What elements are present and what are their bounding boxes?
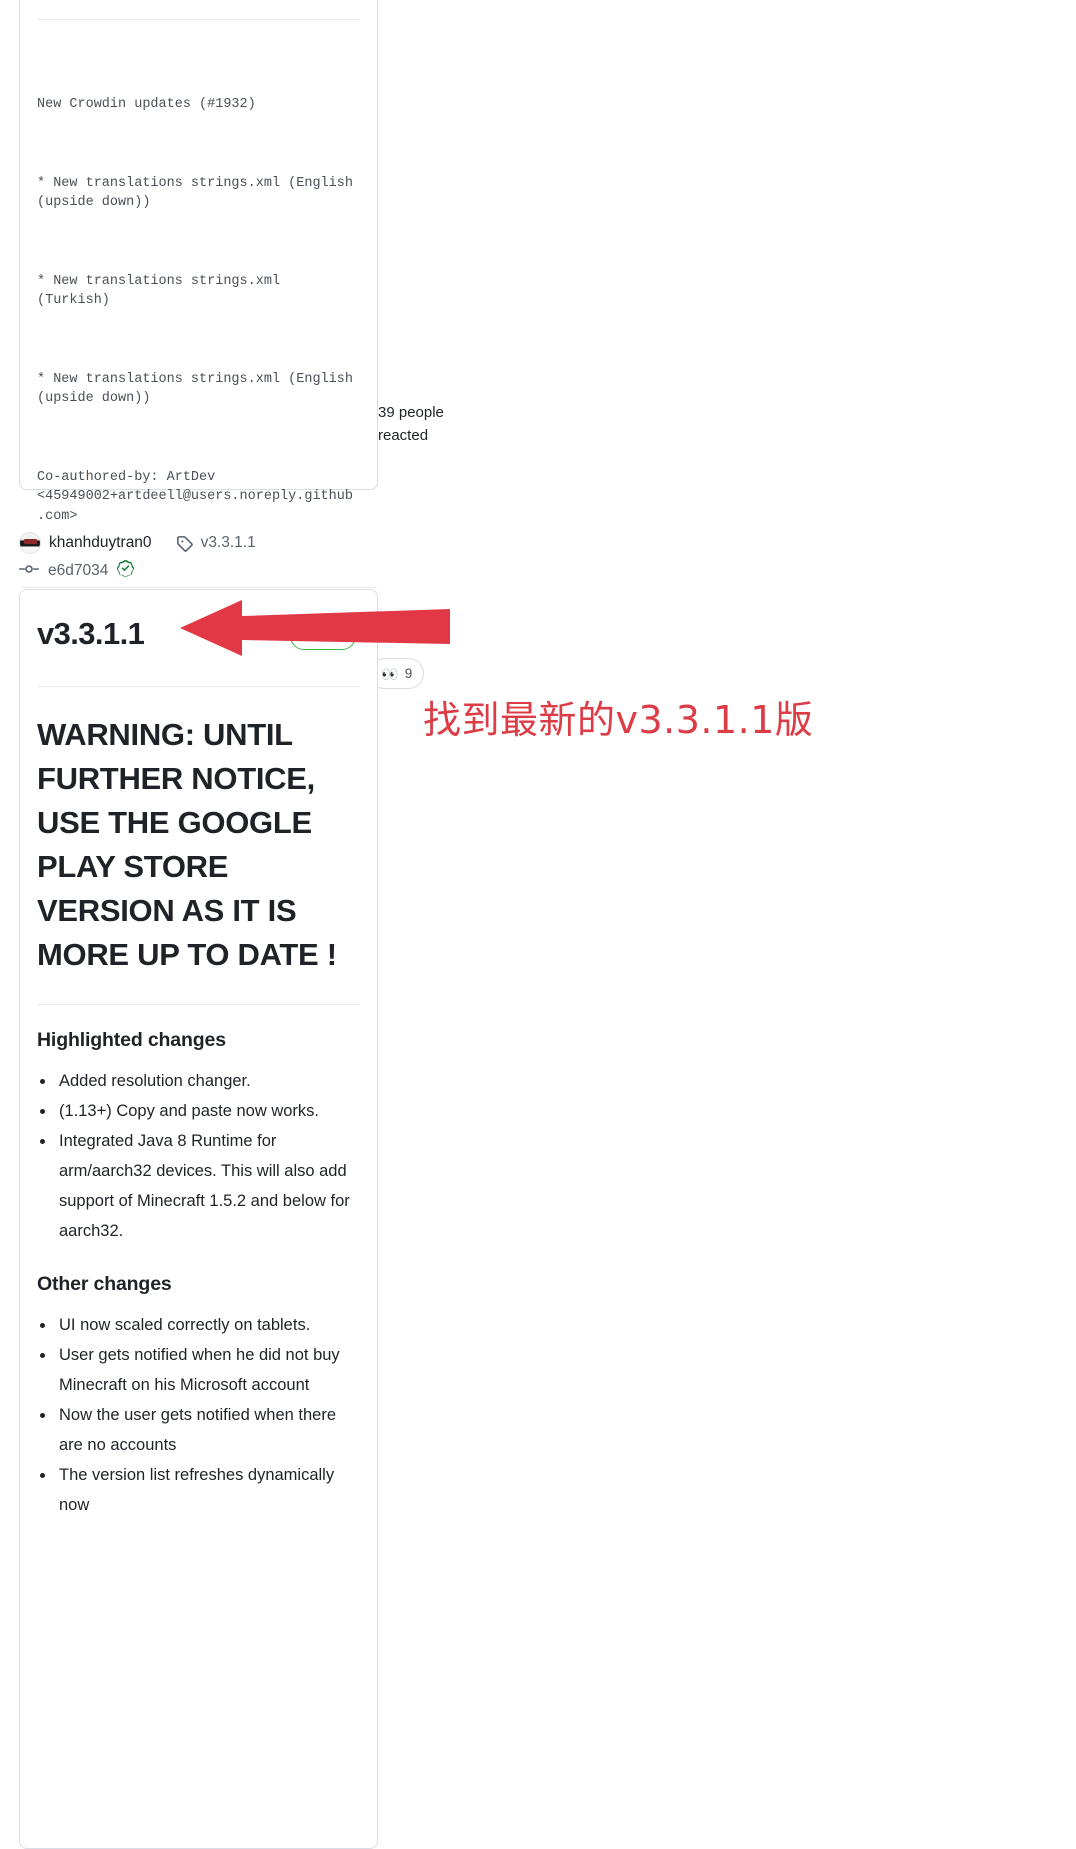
release-meta-author-row: khanhduytran0 v3.3.1.1 <box>19 532 419 554</box>
release-warning-heading: WARNING: UNTIL FURTHER NOTICE, USE THE G… <box>37 717 337 972</box>
list-item: Added resolution changer. <box>56 1066 360 1096</box>
list-item: (1.13+) Copy and paste now works. <box>56 1096 360 1126</box>
release-card: v3.3.1.1 Latest WARNING: UNTIL FURTHER N… <box>19 589 378 1849</box>
previous-release-card: New Crowdin updates (#1932) * New transl… <box>19 0 425 689</box>
section-heading-other-changes: Other changes <box>37 1273 172 1295</box>
reaction-count: 9 <box>404 666 413 681</box>
release-commit-sha[interactable]: e6d7034 <box>48 562 108 580</box>
section-heading-highlighted-changes: Highlighted changes <box>37 1029 226 1051</box>
commit-top-divider <box>37 19 360 20</box>
other-changes-list: UI now scaled correctly on tablets. User… <box>37 1310 360 1520</box>
avatar[interactable] <box>19 532 41 554</box>
people-reacted-note: 39 people reacted <box>378 404 444 444</box>
release-author[interactable]: khanhduytran0 <box>49 534 152 552</box>
release-tag[interactable]: v3.3.1.1 <box>201 534 256 552</box>
annotation-text: 找到最新的v3.3.1.1版 <box>423 698 814 742</box>
tag-icon <box>176 535 193 552</box>
list-item: Integrated Java 8 Runtime for arm/aarch3… <box>56 1126 360 1246</box>
release-meta: khanhduytran0 v3.3.1.1 e6d7034 <box>19 532 419 581</box>
commit-message-block: New Crowdin updates (#1932) * New transl… <box>20 56 377 565</box>
release-meta-commit-row: e6d7034 <box>19 560 419 581</box>
commit-line: * New translations strings.xml (English … <box>37 371 362 407</box>
warning-divider <box>37 1004 360 1005</box>
commit-line: Co-authored-by: ArtDev <45949002+artdeel… <box>37 469 353 524</box>
list-item: The version list refreshes dynamically n… <box>56 1460 360 1520</box>
commit-line: * New translations strings.xml (Turkish) <box>37 273 289 309</box>
verified-check-icon <box>117 560 135 581</box>
list-item: Now the user gets notified when there ar… <box>56 1400 360 1460</box>
eyes-icon: 👀 <box>381 665 399 682</box>
latest-badge: Latest <box>290 622 357 650</box>
commit-line: New Crowdin updates (#1932) <box>37 97 256 112</box>
commit-line: * New translations strings.xml (English … <box>37 175 362 211</box>
release-title-divider <box>37 686 360 687</box>
list-item: User gets notified when he did not buy M… <box>56 1340 360 1400</box>
release-title: v3.3.1.1 <box>37 616 145 651</box>
highlighted-changes-list: Added resolution changer. (1.13+) Copy a… <box>37 1066 360 1246</box>
list-item: UI now scaled correctly on tablets. <box>56 1310 360 1340</box>
commit-icon <box>19 561 39 581</box>
release-header: v3.3.1.1 Latest <box>20 590 377 652</box>
